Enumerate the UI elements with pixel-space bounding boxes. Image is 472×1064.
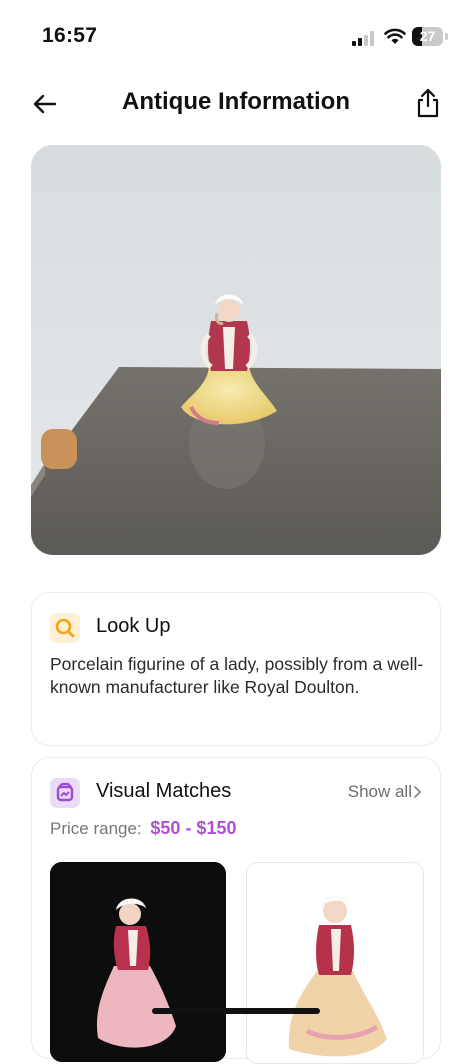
antique-photo[interactable] <box>31 145 441 555</box>
lookup-card: Look Up Porcelain figurine of a lady, po… <box>31 592 441 746</box>
show-all-link[interactable]: Show all <box>348 782 412 802</box>
nav-bar: Antique Information <box>0 80 472 128</box>
page-title: Antique Information <box>122 88 350 115</box>
status-bar: 16:57 27 <box>0 0 472 72</box>
match-image-1 <box>50 862 226 1062</box>
wifi-icon <box>384 28 406 44</box>
price-range: Price range: $50 - $150 <box>50 818 236 839</box>
lookup-description: Porcelain figurine of a lady, possibly f… <box>50 654 424 697</box>
share-button[interactable] <box>412 86 444 120</box>
match-thumbnail-1[interactable] <box>50 862 226 1062</box>
figurine-image <box>31 145 441 555</box>
lookup-icon-badge <box>50 613 80 643</box>
visual-match-icon <box>56 782 74 802</box>
visual-matches-title: Visual Matches <box>96 780 232 802</box>
signal-icon <box>352 30 378 46</box>
match-thumbnail-2[interactable] <box>246 862 424 1064</box>
home-indicator[interactable] <box>152 1008 320 1014</box>
price-range-value: $50 - $150 <box>150 818 237 838</box>
lookup-title: Look Up <box>96 615 171 637</box>
share-icon <box>417 88 439 118</box>
battery-icon: 27 <box>412 27 448 47</box>
chevron-right-icon[interactable] <box>413 785 422 799</box>
status-time: 16:57 <box>42 24 98 47</box>
battery-level: 27 <box>419 28 436 44</box>
match-image-2 <box>247 863 423 1063</box>
price-range-label: Price range: <box>50 819 142 838</box>
visual-match-icon-badge <box>50 778 80 808</box>
search-icon <box>55 618 75 638</box>
